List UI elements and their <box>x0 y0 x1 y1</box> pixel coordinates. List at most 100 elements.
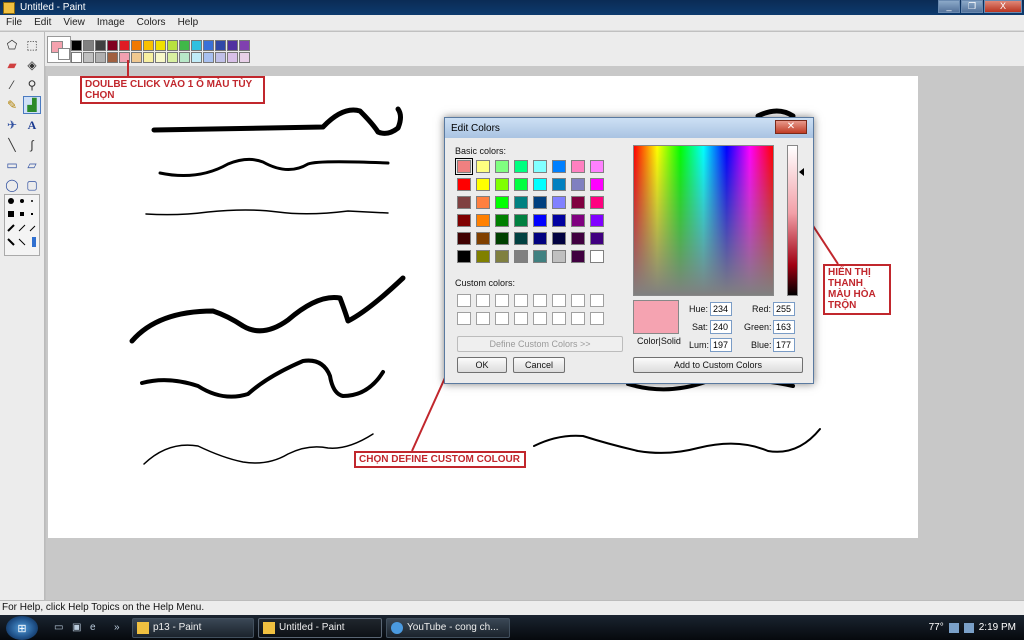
basic-color-swatch[interactable] <box>514 214 528 227</box>
basic-color-swatch[interactable] <box>514 250 528 263</box>
dialog-close-button[interactable]: ✕ <box>775 120 807 134</box>
blue-field[interactable]: 177 <box>773 338 795 352</box>
basic-color-swatch[interactable] <box>455 158 473 175</box>
green-label: Green: <box>744 322 772 332</box>
basic-color-swatch[interactable] <box>552 178 566 191</box>
custom-color-swatch[interactable] <box>514 312 528 325</box>
basic-color-swatch[interactable] <box>476 250 490 263</box>
red-field[interactable]: 255 <box>773 302 795 316</box>
basic-color-swatch[interactable] <box>457 178 471 191</box>
dialog-title: Edit Colors <box>445 118 813 138</box>
basic-color-swatch[interactable] <box>476 214 490 227</box>
show-desktop-icon[interactable]: ▭ <box>54 622 66 633</box>
basic-color-swatch[interactable] <box>571 214 585 227</box>
start-button[interactable]: ⊞ <box>6 616 38 640</box>
custom-color-swatch[interactable] <box>590 312 604 325</box>
basic-color-swatch[interactable] <box>571 196 585 209</box>
basic-color-swatch[interactable] <box>552 232 566 245</box>
sat-label: Sat: <box>692 322 709 332</box>
basic-color-swatch[interactable] <box>495 250 509 263</box>
basic-color-swatch[interactable] <box>514 160 528 173</box>
custom-color-swatch[interactable] <box>476 312 490 325</box>
basic-color-swatch[interactable] <box>514 196 528 209</box>
clock[interactable]: 2:19 PM <box>979 622 1016 633</box>
basic-color-swatch[interactable] <box>533 232 547 245</box>
custom-color-swatch[interactable] <box>571 312 585 325</box>
sat-field[interactable]: 240 <box>710 320 732 334</box>
switch-windows-icon[interactable]: ▣ <box>72 622 84 633</box>
basic-color-swatch[interactable] <box>533 160 547 173</box>
basic-color-swatch[interactable] <box>533 214 547 227</box>
custom-color-swatch[interactable] <box>552 294 566 307</box>
basic-color-swatch[interactable] <box>457 250 471 263</box>
annotation-mix-bar: HIỂN THỊ THANH MÀU HÒA TRỘN <box>823 264 891 315</box>
ok-button[interactable]: OK <box>457 357 507 373</box>
internet-explorer-icon[interactable]: e <box>90 622 102 633</box>
taskbar: ⊞ ▭ ▣ e » p13 - Paint Untitled - Paint Y… <box>0 615 1024 640</box>
task-youtube[interactable]: YouTube - cong ch... <box>386 618 510 638</box>
color-solid-label: Color|Solid <box>637 336 681 346</box>
basic-color-swatch[interactable] <box>476 196 490 209</box>
basic-color-swatch[interactable] <box>533 178 547 191</box>
custom-color-swatch[interactable] <box>590 294 604 307</box>
custom-color-swatch[interactable] <box>514 294 528 307</box>
basic-color-swatch[interactable] <box>590 196 604 209</box>
basic-color-swatch[interactable] <box>457 214 471 227</box>
volume-icon[interactable] <box>963 622 974 633</box>
chevron-right-icon[interactable]: » <box>114 622 126 633</box>
custom-color-swatch[interactable] <box>495 294 509 307</box>
basic-color-swatch[interactable] <box>571 250 585 263</box>
basic-color-swatch[interactable] <box>476 160 490 173</box>
basic-color-swatch[interactable] <box>533 250 547 263</box>
custom-color-swatch[interactable] <box>552 312 566 325</box>
luminosity-arrow-icon[interactable] <box>799 168 804 176</box>
green-field[interactable]: 163 <box>773 320 795 334</box>
basic-color-swatch[interactable] <box>495 232 509 245</box>
edit-colors-dialog: Edit Colors ✕ Basic colors: Custom color… <box>444 117 814 384</box>
basic-color-swatch[interactable] <box>571 178 585 191</box>
hue-field[interactable]: 234 <box>710 302 732 316</box>
basic-color-swatch[interactable] <box>552 214 566 227</box>
custom-color-swatch[interactable] <box>457 294 471 307</box>
luminosity-bar[interactable] <box>787 145 798 296</box>
custom-color-swatch[interactable] <box>571 294 585 307</box>
basic-color-swatch[interactable] <box>552 160 566 173</box>
basic-color-swatch[interactable] <box>495 214 509 227</box>
basic-color-swatch[interactable] <box>495 196 509 209</box>
basic-color-swatch[interactable] <box>476 178 490 191</box>
lum-field[interactable]: 197 <box>710 338 732 352</box>
basic-color-swatch[interactable] <box>495 160 509 173</box>
basic-color-swatch[interactable] <box>571 232 585 245</box>
custom-color-swatch[interactable] <box>533 294 547 307</box>
paint-task-icon <box>137 622 149 634</box>
basic-color-swatch[interactable] <box>533 196 547 209</box>
custom-color-swatch[interactable] <box>457 312 471 325</box>
basic-color-swatch[interactable] <box>590 232 604 245</box>
basic-color-swatch[interactable] <box>590 214 604 227</box>
paint-task-icon <box>263 622 275 634</box>
add-to-custom-colors-button[interactable]: Add to Custom Colors <box>633 357 803 373</box>
basic-color-swatch[interactable] <box>495 178 509 191</box>
basic-color-swatch[interactable] <box>552 196 566 209</box>
basic-color-swatch[interactable] <box>514 232 528 245</box>
cancel-button[interactable]: Cancel <box>513 357 565 373</box>
basic-color-swatch[interactable] <box>457 232 471 245</box>
task-untitled-paint[interactable]: Untitled - Paint <box>258 618 382 638</box>
network-icon[interactable] <box>948 622 959 633</box>
custom-color-swatch[interactable] <box>533 312 547 325</box>
basic-color-swatch[interactable] <box>457 196 471 209</box>
basic-color-swatch[interactable] <box>552 250 566 263</box>
custom-color-swatch[interactable] <box>476 294 490 307</box>
task-p13-paint[interactable]: p13 - Paint <box>132 618 254 638</box>
hue-label: Hue: <box>689 304 709 314</box>
basic-color-swatch[interactable] <box>590 178 604 191</box>
color-spectrum[interactable] <box>633 145 774 296</box>
temperature-gadget[interactable]: 77° <box>929 622 944 633</box>
basic-color-swatch[interactable] <box>590 250 604 263</box>
custom-color-swatch[interactable] <box>495 312 509 325</box>
basic-color-swatch[interactable] <box>476 232 490 245</box>
basic-color-swatch[interactable] <box>514 178 528 191</box>
define-custom-colors-button[interactable]: Define Custom Colors >> <box>457 336 623 352</box>
basic-color-swatch[interactable] <box>571 160 585 173</box>
basic-color-swatch[interactable] <box>590 160 604 173</box>
